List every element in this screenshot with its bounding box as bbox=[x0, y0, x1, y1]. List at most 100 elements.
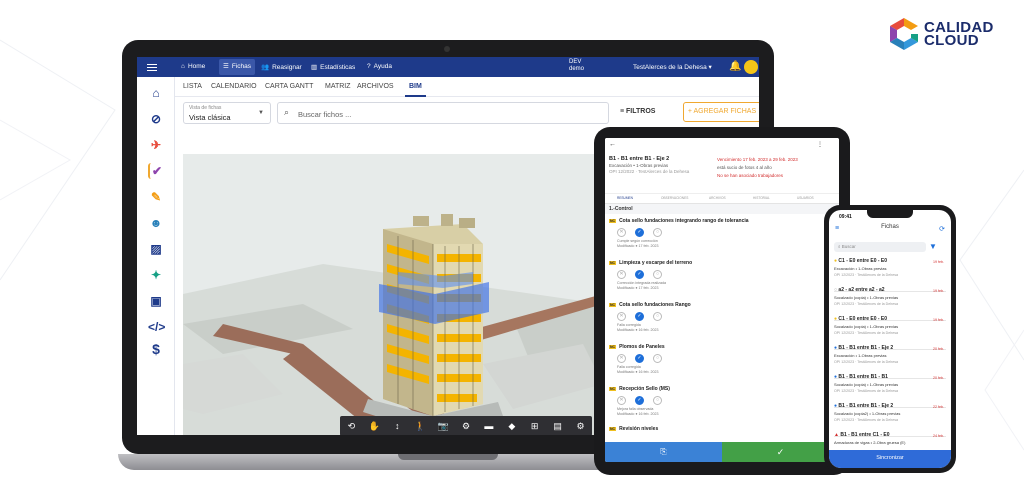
tab-bim[interactable]: BIM bbox=[405, 83, 426, 97]
check-icon[interactable]: ✓ bbox=[635, 270, 644, 279]
dollar-icon[interactable]: $ bbox=[148, 341, 164, 357]
walk-icon[interactable]: 🚶 bbox=[411, 421, 429, 432]
tab-resumen[interactable]: RESUMEN bbox=[617, 196, 633, 200]
nav-reasignar[interactable]: 👥 Reasignar bbox=[261, 63, 302, 72]
pan-hand-icon[interactable]: ✋ bbox=[365, 421, 383, 432]
orbit-icon[interactable]: ⟲ bbox=[342, 421, 360, 432]
checklist-icon[interactable]: ✔ bbox=[148, 163, 164, 179]
ficha-card[interactable]: ▲ B1 - B1 entre C1 - E0 Armaduras de vig… bbox=[834, 432, 946, 450]
menu-icon[interactable]: ≡ bbox=[835, 225, 839, 232]
team-icon[interactable]: ☻ bbox=[148, 215, 164, 231]
project-selector[interactable]: TestAlerces de la Dehesa ▾ bbox=[633, 63, 712, 71]
cube-icon[interactable]: ◆ bbox=[503, 421, 521, 432]
tab-usuarios[interactable]: USUARIOS bbox=[797, 196, 814, 200]
code-icon[interactable]: </> bbox=[148, 319, 165, 335]
image-icon[interactable]: ▨ bbox=[148, 241, 164, 257]
tab-archivos[interactable]: ARCHIVOS bbox=[709, 196, 726, 200]
phone-header: ≡ Fichas ⟳ bbox=[829, 224, 951, 238]
ficha-title: B1 - B1 entre B1 - Eje 2 bbox=[609, 156, 670, 162]
more-options-icon[interactable]: ⋮ bbox=[817, 141, 823, 148]
nav-fichas[interactable]: ☰ Fichas bbox=[219, 59, 255, 75]
section-title: 1.-Control bbox=[605, 204, 839, 214]
tab-matriz[interactable]: MATRIZ bbox=[325, 83, 351, 90]
checklist-item[interactable]: NC Cota sello fundaciones Rango ✕ ✓ ○ Falla… bbox=[609, 302, 835, 333]
card-date: 19 feb. bbox=[933, 289, 944, 293]
attach-button[interactable]: ⎘ bbox=[605, 442, 722, 462]
checklist-item[interactable]: NC Recepción Sello (MS) ✕ ✓ ○ Mejora falla … bbox=[609, 386, 835, 417]
check-icon[interactable]: ✓ bbox=[635, 228, 644, 237]
reject-icon[interactable]: ✕ bbox=[617, 312, 626, 321]
ficha-meta2: No se han asociado trabajadores bbox=[717, 173, 784, 178]
bim-toolbar: ⟲ ✋ ↕ 🚶 📷 ⚙ ▬ ◆ ⊞ ▤ ⚙ bbox=[340, 416, 592, 435]
card-sub: Excavación • 1-Obras previas bbox=[834, 353, 887, 358]
tab-archivos[interactable]: ARCHIVOS bbox=[357, 83, 394, 90]
nav-fichas-label: Fichas bbox=[231, 63, 251, 70]
checklist-item[interactable]: NC Plomos de Paneles ✕ ✓ ○ Falla corregida … bbox=[609, 344, 835, 375]
sync-button[interactable]: Sincronizar bbox=[829, 450, 951, 468]
model-tree-icon[interactable]: ⊞ bbox=[526, 421, 544, 432]
comment-icon[interactable]: ○ bbox=[653, 312, 662, 321]
properties-icon[interactable]: ▤ bbox=[549, 421, 567, 432]
view-select-label: Vista de fichas bbox=[189, 105, 222, 111]
inspection-icon[interactable]: ✈ bbox=[148, 137, 164, 153]
back-arrow-icon[interactable]: ← bbox=[609, 141, 616, 148]
card-sub: Excavación • 1-Obras previas bbox=[834, 266, 887, 271]
filters-button[interactable]: ≡ FILTROS bbox=[620, 108, 655, 115]
add-fichas-button[interactable]: + AGREGAR FICHAS bbox=[683, 102, 759, 122]
measure-icon[interactable]: ⚙ bbox=[457, 421, 475, 432]
approve-button[interactable]: ✓ bbox=[722, 442, 839, 462]
section-icon[interactable]: ▬ bbox=[480, 421, 498, 431]
item-title: Recepción Sello (MS) bbox=[619, 386, 670, 392]
checklist-item[interactable]: NC Cota sello fundaciones integrando rang… bbox=[609, 218, 835, 249]
checklist-item[interactable]: NC Revisión niveles bbox=[609, 426, 835, 432]
card-meta: OPI 12/2023 · TestAlerces de la Dehesa bbox=[834, 418, 899, 422]
satellite-icon[interactable]: ✦ bbox=[148, 267, 164, 283]
chevron-down-icon: ▾ bbox=[708, 64, 712, 71]
chart-icon: ▥ bbox=[311, 64, 318, 71]
env-line1: DEV bbox=[569, 59, 582, 65]
bell-icon[interactable]: 🔔 bbox=[729, 61, 741, 72]
tab-calendario[interactable]: CALENDARIO bbox=[211, 83, 257, 90]
hamburger-menu-icon[interactable] bbox=[147, 62, 157, 72]
comment-icon[interactable]: ○ bbox=[653, 270, 662, 279]
reject-icon[interactable]: ✕ bbox=[617, 228, 626, 237]
comment-icon[interactable]: ○ bbox=[653, 354, 662, 363]
view-select[interactable]: Vista de fichas Vista clásica ▼ bbox=[183, 102, 271, 124]
card-title: C1 - E0 entre E0 - E0 bbox=[838, 316, 888, 322]
check-icon[interactable]: ✓ bbox=[635, 354, 644, 363]
compass-icon[interactable]: ⊘ bbox=[148, 111, 164, 127]
settings-gear-icon[interactable]: ⚙ bbox=[572, 421, 590, 432]
reject-icon[interactable]: ✕ bbox=[617, 396, 626, 405]
card-sub: Socalzado (copia) • 1-Obras previas bbox=[834, 295, 899, 300]
tab-lista[interactable]: LISTA bbox=[183, 83, 202, 90]
filter-funnel-icon[interactable]: ▼ bbox=[929, 242, 937, 251]
check-icon[interactable]: ✓ bbox=[635, 312, 644, 321]
check-icon[interactable]: ✓ bbox=[635, 396, 644, 405]
item-date: Modificado ● 17 feb. 2023 bbox=[617, 244, 659, 248]
zoom-icon[interactable]: ↕ bbox=[388, 421, 406, 431]
sync-icon[interactable]: ⟳ bbox=[939, 225, 945, 233]
reject-icon[interactable]: ✕ bbox=[617, 354, 626, 363]
monitor-icon[interactable]: ▣ bbox=[148, 293, 164, 309]
sidebar: ⌂ ⊘ ✈ ✔ ✎ ☻ ▨ ✦ ▣ </> $ bbox=[137, 77, 175, 435]
bim-viewer[interactable]: ⟲ ✋ ↕ 🚶 📷 ⚙ ▬ ◆ ⊞ ▤ ⚙ bbox=[183, 154, 603, 435]
reject-icon[interactable]: ✕ bbox=[617, 270, 626, 279]
card-date: 20 feb. bbox=[933, 376, 944, 380]
tab-historial[interactable]: HISTORIAL bbox=[753, 196, 770, 200]
nav-home[interactable]: ⌂ Home bbox=[181, 63, 205, 70]
avatar[interactable] bbox=[744, 60, 758, 74]
nav-estadisticas[interactable]: ▥ Estadísticas bbox=[311, 63, 355, 72]
comment-icon[interactable]: ○ bbox=[653, 228, 662, 237]
tab-carta-gantt[interactable]: CARTA GANTT bbox=[265, 83, 313, 90]
home-outline-icon[interactable]: ⌂ bbox=[148, 85, 164, 101]
camera-icon[interactable]: 📷 bbox=[434, 421, 452, 432]
phone-device: 09:41 ≡ Fichas ⟳ ⌕ Buscar ▼ ● C1 - E0 en… bbox=[824, 205, 956, 473]
phone-search-input[interactable]: ⌕ Buscar bbox=[834, 242, 926, 252]
comment-icon[interactable]: ○ bbox=[653, 396, 662, 405]
checklist-item[interactable]: NC Limpieza y escarpe del terreno ✕ ✓ ○ Cor… bbox=[609, 260, 835, 291]
nav-reasignar-label: Reasignar bbox=[272, 63, 302, 71]
nav-ayuda[interactable]: ? Ayuda bbox=[367, 63, 392, 70]
edit-document-icon[interactable]: ✎ bbox=[148, 189, 164, 205]
search-input[interactable]: ⌕ Buscar fichos ... bbox=[277, 102, 609, 124]
tab-observaciones[interactable]: OBSERVACIONES bbox=[661, 196, 688, 200]
